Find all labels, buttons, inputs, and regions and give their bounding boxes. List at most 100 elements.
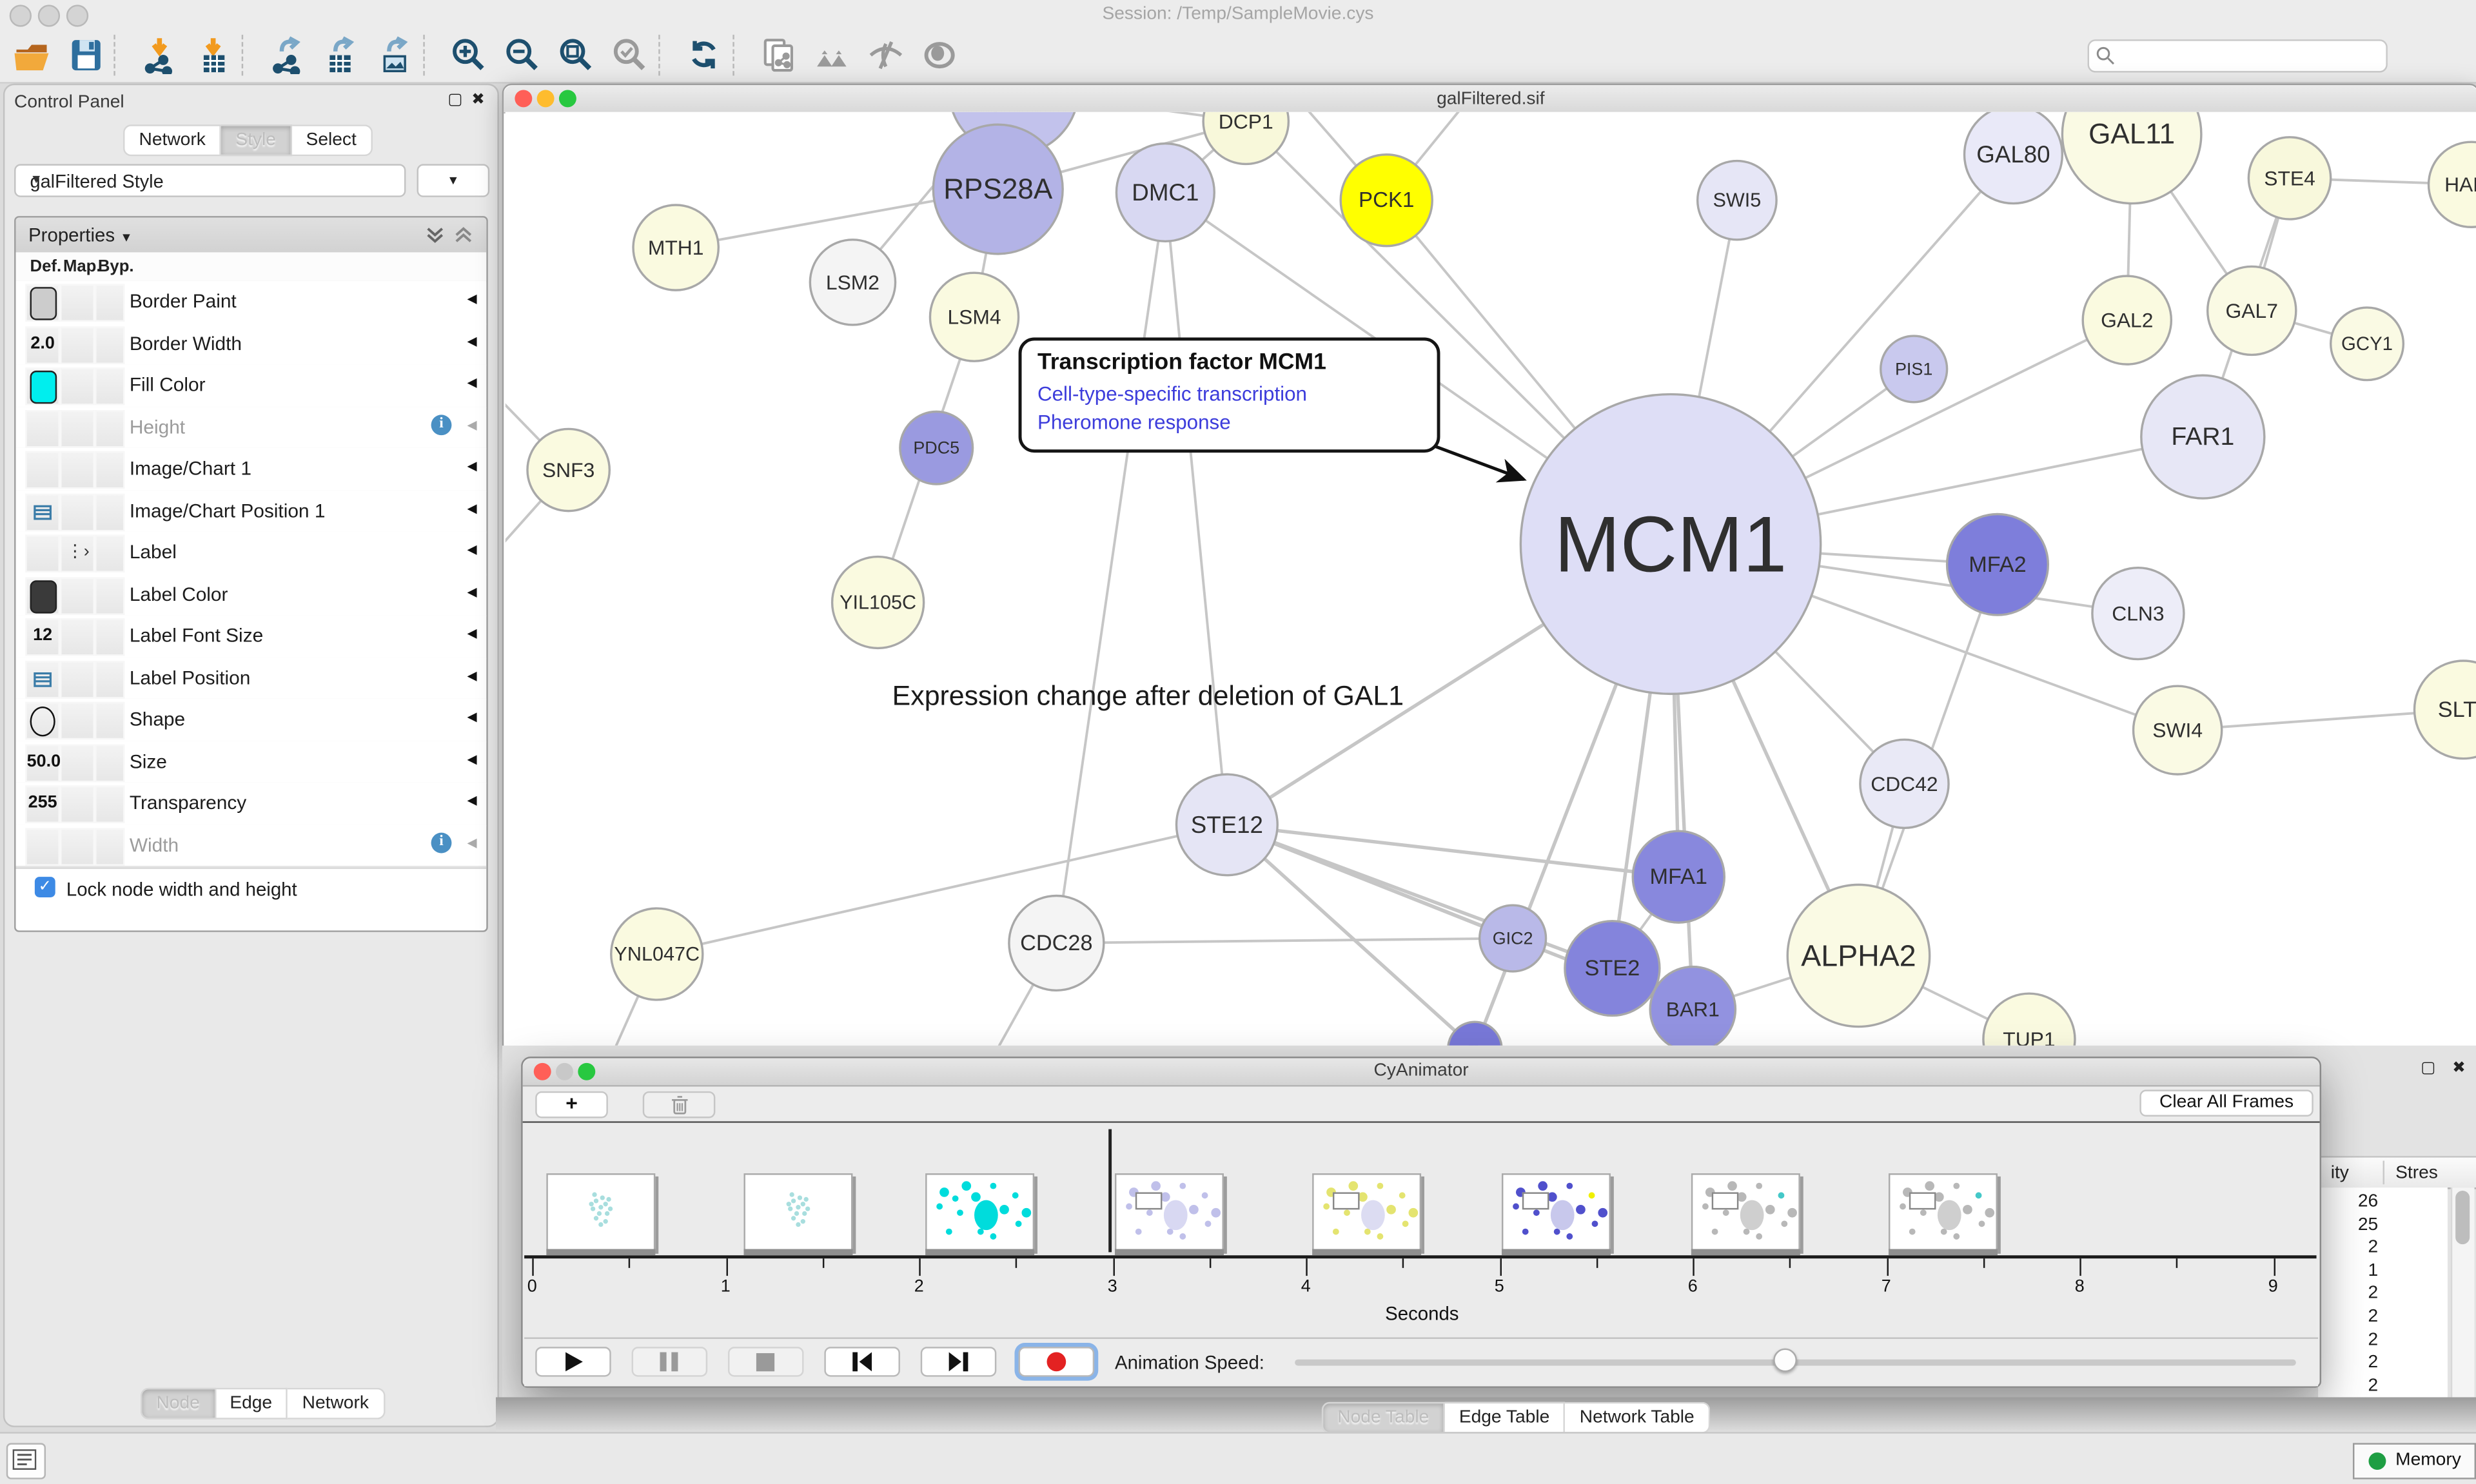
property-row-border-width[interactable]: 2.0Border Width◀ — [15, 322, 486, 366]
property-def-cell[interactable] — [25, 409, 60, 447]
zoom-selected-icon[interactable] — [611, 36, 649, 74]
delete-frame-button[interactable] — [643, 1091, 716, 1118]
property-map-cell[interactable] — [60, 326, 95, 364]
property-row-label-font-size[interactable]: 12Label Font Size◀ — [15, 615, 486, 658]
column-divider[interactable] — [2383, 1160, 2384, 1184]
default-value[interactable]: 12 — [27, 626, 59, 645]
scrollbar-thumb[interactable] — [2455, 1191, 2470, 1244]
property-byp-cell[interactable] — [95, 367, 125, 405]
property-row-height[interactable]: Heighti◀ — [15, 406, 486, 449]
frame-thumbnail-2[interactable] — [743, 1173, 852, 1251]
refresh-layout-icon[interactable] — [685, 36, 723, 74]
property-row-border-paint[interactable]: Border Paint◀ — [15, 280, 486, 324]
clear-all-frames-button[interactable]: Clear All Frames — [2139, 1089, 2313, 1117]
timeline[interactable]: 0123456789Seconds — [524, 1124, 2317, 1337]
property-row-shape[interactable]: Shape◀ — [15, 699, 486, 742]
float-panel-icon[interactable]: ▢ — [447, 92, 462, 109]
node-CDC28[interactable]: CDC28 — [1009, 896, 1104, 991]
mapping-icon[interactable]: ⋮› — [60, 534, 95, 572]
network-edge[interactable] — [1056, 192, 1165, 942]
frame-thumbnail-1[interactable] — [546, 1173, 655, 1251]
add-frame-button[interactable]: + — [535, 1091, 608, 1118]
tab-network[interactable]: Network — [123, 124, 221, 156]
network-edge[interactable] — [657, 825, 1227, 954]
network-edge[interactable] — [1165, 192, 1227, 825]
node-unlabeled[interactable] — [1448, 1022, 1502, 1046]
export-table-icon[interactable] — [322, 36, 360, 74]
table-cell-value[interactable]: 26 — [2318, 1192, 2378, 1211]
frame-thumbnail-7[interactable] — [1691, 1173, 1800, 1251]
property-byp-cell[interactable] — [95, 409, 125, 447]
play-button[interactable] — [535, 1347, 611, 1376]
property-row-label[interactable]: ⋮›Label◀ — [15, 531, 486, 574]
property-def-cell[interactable]: 2.0 — [25, 326, 60, 364]
node-YIL105C[interactable]: YIL105C — [832, 557, 924, 649]
import-table-icon[interactable] — [194, 36, 232, 74]
style-select[interactable]: galFiltered Style ▼ — [14, 164, 406, 197]
property-map-cell[interactable] — [60, 785, 95, 823]
record-button[interactable] — [1019, 1347, 1095, 1376]
frame-thumbnail-6[interactable] — [1502, 1173, 1611, 1251]
search-network-icon[interactable] — [813, 36, 851, 74]
frame-thumbnail-8[interactable] — [1889, 1173, 1998, 1251]
node-STE12[interactable]: STE12 — [1176, 774, 1277, 875]
node-CDC42[interactable]: CDC42 — [1860, 739, 1949, 828]
property-byp-cell[interactable] — [95, 660, 125, 698]
property-row-image-chart-position-1[interactable]: Image/Chart Position 1◀ — [15, 490, 486, 533]
property-map-cell[interactable] — [60, 367, 95, 405]
default-value[interactable]: 255 — [27, 794, 59, 812]
table-header-row[interactable]: ity Stres — [2318, 1156, 2476, 1189]
node-GAL11[interactable]: GAL11 — [2062, 112, 2201, 204]
memory-button[interactable]: Memory — [2353, 1443, 2476, 1479]
property-row-image-chart-1[interactable]: Image/Chart 1◀ — [15, 448, 486, 491]
property-byp-cell[interactable] — [95, 576, 125, 614]
tab-node-table[interactable]: Node Table — [1322, 1402, 1445, 1434]
float-panel-icon[interactable]: ▢ — [2421, 1060, 2435, 1077]
tab-select[interactable]: Select — [291, 124, 372, 156]
node-RPS28A[interactable]: RPS28A — [933, 124, 1063, 254]
table-cell-value[interactable]: 25 — [2318, 1215, 2378, 1234]
lock-node-size-checkbox[interactable]: ✓ — [35, 877, 55, 897]
default-value[interactable]: 50.0 — [27, 752, 59, 770]
node-YNL047C[interactable]: YNL047C — [611, 908, 703, 1000]
frame-thumbnail-5[interactable] — [1312, 1173, 1421, 1251]
property-row-label-position[interactable]: Label Position◀ — [15, 657, 486, 700]
node-PDC5[interactable]: PDC5 — [900, 411, 973, 484]
info-icon[interactable]: i — [431, 414, 452, 434]
zoom-in-icon[interactable] — [450, 36, 488, 74]
expand-arrow-icon[interactable]: ◀ — [467, 333, 477, 347]
import-network-icon[interactable] — [141, 36, 179, 74]
tab-network-table[interactable]: Network Table — [1566, 1402, 1710, 1434]
annotation-box[interactable]: Transcription factor MCM1 Cell-type-spec… — [1019, 338, 1440, 453]
property-byp-cell[interactable] — [95, 743, 125, 781]
node-MCM1[interactable]: MCM1 — [1520, 395, 1820, 694]
network-window-titlebar[interactable]: galFiltered.sif — [504, 85, 2476, 113]
hide-details-icon[interactable] — [867, 36, 905, 74]
property-map-cell[interactable] — [60, 660, 95, 698]
property-byp-cell[interactable] — [95, 827, 125, 865]
network-edge[interactable] — [1056, 939, 1513, 943]
node-MFA2[interactable]: MFA2 — [1947, 514, 2049, 616]
property-byp-cell[interactable] — [95, 785, 125, 823]
annotation-caption[interactable]: Expression change after deletion of GAL1 — [892, 679, 1404, 712]
expand-arrow-icon[interactable]: ◀ — [467, 584, 477, 598]
node-DMC1[interactable]: DMC1 — [1116, 144, 1214, 242]
ellipse-shape-icon[interactable] — [25, 702, 60, 740]
pause-button[interactable] — [632, 1347, 708, 1376]
expand-all-icon[interactable] — [425, 226, 446, 244]
column-header[interactable]: ity — [2331, 1164, 2349, 1182]
export-image-icon[interactable] — [376, 36, 414, 74]
timeline-playhead[interactable] — [1108, 1129, 1111, 1253]
zoom-out-icon[interactable] — [504, 36, 542, 74]
expand-arrow-icon[interactable]: ◀ — [467, 543, 477, 557]
table-cell-value[interactable]: 2 — [2318, 1331, 2378, 1349]
close-panel-icon[interactable]: ✖ — [471, 92, 485, 109]
expand-arrow-icon[interactable]: ◀ — [467, 459, 477, 473]
property-row-transparency[interactable]: 255Transparency◀ — [15, 782, 486, 825]
export-network-icon[interactable] — [268, 36, 306, 74]
property-map-cell[interactable] — [60, 702, 95, 740]
close-panel-icon[interactable]: ✖ — [2452, 1060, 2466, 1077]
node-DCP1[interactable]: DCP1 — [1203, 112, 1288, 164]
expand-arrow-icon[interactable]: ◀ — [467, 752, 477, 766]
node-ALPHA2[interactable]: ALPHA2 — [1787, 884, 1929, 1026]
